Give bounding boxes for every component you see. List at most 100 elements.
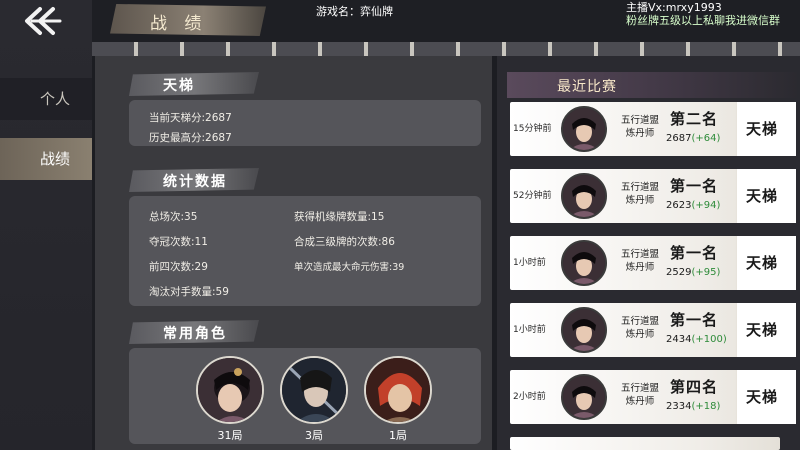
max-damage: 单次造成最大命元伤害:39 <box>294 262 405 273</box>
sect-role: 炼丹师 <box>625 195 655 206</box>
total-matches: 总场次:35 <box>149 211 198 223</box>
score-delta: (+18) <box>691 401 721 412</box>
match-score: 2529(+95) <box>666 267 720 278</box>
match-mode: 天梯 <box>746 120 779 138</box>
score-value: 2623 <box>666 200 692 211</box>
score-value: 2687 <box>666 133 692 144</box>
match-time: 1小时前 <box>513 258 546 268</box>
match-rank: 第四名 <box>670 378 719 396</box>
character-portrait-icon <box>563 108 605 150</box>
sidebar-item-label: 个人 <box>40 90 71 108</box>
match-time: 15分钟前 <box>513 124 552 134</box>
character-portrait-icon <box>563 242 605 284</box>
sidebar-item-record[interactable]: 战绩 <box>0 138 92 180</box>
match-time: 52分钟前 <box>513 191 552 201</box>
match-mode: 天梯 <box>746 388 779 406</box>
score-value: 2334 <box>666 401 692 412</box>
sect-role: 炼丹师 <box>625 128 655 139</box>
ladder-title: 天梯 <box>163 78 195 94</box>
match-card-3[interactable]: 1小时前 五行道盟 炼丹师 第一名 2529(+95) 天梯 <box>510 236 796 290</box>
highest-ladder-score: 历史最高分:2687 <box>149 132 232 144</box>
sect-role: 炼丹师 <box>625 262 655 273</box>
match-avatar <box>561 374 607 420</box>
sidebar-item-personal[interactable]: 个人 <box>0 78 92 120</box>
match-card-1[interactable]: 15分钟前 五行道盟 炼丹师 第二名 2687(+64) 天梯 <box>510 102 796 156</box>
match-mode: 天梯 <box>746 321 779 339</box>
character-count-2: 3局 <box>305 429 323 442</box>
sect-name: 五行道盟 <box>620 249 659 260</box>
characters-title: 常用角色 <box>163 326 227 342</box>
score-value: 2529 <box>666 267 692 278</box>
score-delta: (+94) <box>691 200 721 211</box>
match-rank: 第一名 <box>670 244 719 262</box>
match-score: 2623(+94) <box>666 200 720 211</box>
match-card-4[interactable]: 1小时前 五行道盟 炼丹师 第一名 2434(+100) 天梯 <box>510 303 796 357</box>
recent-title: 最近比赛 <box>557 79 617 95</box>
sect-name: 五行道盟 <box>620 182 659 193</box>
back-arrow-icon <box>25 7 62 35</box>
character-avatar-1[interactable] <box>196 356 264 424</box>
match-sect: 五行道盟 炼丹师 <box>617 315 663 341</box>
character-portrait-icon <box>563 175 605 217</box>
match-card-partial[interactable] <box>510 437 780 450</box>
character-portrait-icon <box>563 376 605 418</box>
game-name-label: 游戏名：弈仙牌 <box>316 5 393 18</box>
sidebar: 个人 战绩 <box>0 0 92 450</box>
page-title: 战 绩 <box>150 14 208 34</box>
sect-role: 炼丹师 <box>625 396 655 407</box>
cards-obtained: 获得机缘牌数量:15 <box>294 211 385 223</box>
match-sect: 五行道盟 炼丹师 <box>617 114 663 140</box>
character-portrait-icon <box>282 358 346 422</box>
eliminated-count: 淘汰对手数量:59 <box>149 286 229 298</box>
match-score: 2687(+64) <box>666 133 720 144</box>
fan-group-note: 粉丝牌五级以上私聊我进微信群 <box>626 14 780 27</box>
match-sect: 五行道盟 炼丹师 <box>617 248 663 274</box>
match-score: 2334(+18) <box>666 401 720 412</box>
wins-count: 夺冠次数:11 <box>149 236 208 248</box>
match-time: 1小时前 <box>513 325 546 335</box>
top-bar: 战 绩 游戏名：弈仙牌 主播Vx:mrxy1993 粉丝牌五级以上私聊我进微信群 <box>92 0 800 42</box>
current-ladder-score: 当前天梯分:2687 <box>149 112 232 124</box>
match-avatar <box>561 240 607 286</box>
score-delta: (+64) <box>691 133 721 144</box>
recent-matches-panel: 最近比赛 15分钟前 五行道盟 炼丹师 第二名 2687(+64) 天梯 52分… <box>497 56 800 450</box>
divider-strip <box>92 42 800 56</box>
tier3-synth-count: 合成三级牌的次数:86 <box>294 236 395 248</box>
score-delta: (+95) <box>691 267 721 278</box>
match-rank: 第一名 <box>670 311 719 329</box>
match-rank: 第二名 <box>670 110 719 128</box>
sect-name: 五行道盟 <box>620 115 659 126</box>
character-portrait-icon <box>198 358 262 422</box>
character-count-1: 31局 <box>217 429 243 442</box>
ladder-card: 当前天梯分:2687 历史最高分:2687 <box>129 100 481 146</box>
stats-title: 统计数据 <box>163 174 227 190</box>
character-avatar-2[interactable] <box>280 356 348 424</box>
match-score: 2434(+100) <box>666 334 727 345</box>
match-rank: 第一名 <box>670 177 719 195</box>
top4-count: 前四次数:29 <box>149 261 208 273</box>
match-avatar <box>561 307 607 353</box>
match-avatar <box>561 106 607 152</box>
main-panel: 天梯 当前天梯分:2687 历史最高分:2687 统计数据 总场次:35 夺冠次… <box>95 56 492 450</box>
streamer-overlay: 主播Vx:mrxy1993 粉丝牌五级以上私聊我进微信群 <box>626 1 794 27</box>
match-sect: 五行道盟 炼丹师 <box>617 382 663 408</box>
characters-card: 31局 3局 1局 <box>129 348 481 444</box>
sect-name: 五行道盟 <box>620 316 659 327</box>
recent-title-bar: 最近比赛 <box>507 72 797 98</box>
score-delta: (+100) <box>691 334 727 345</box>
score-value: 2434 <box>666 334 692 345</box>
match-sect: 五行道盟 炼丹师 <box>617 181 663 207</box>
match-card-5[interactable]: 2小时前 五行道盟 炼丹师 第四名 2334(+18) 天梯 <box>510 370 796 424</box>
match-mode: 天梯 <box>746 187 779 205</box>
character-portrait-icon <box>366 358 430 422</box>
character-avatar-3[interactable] <box>364 356 432 424</box>
sidebar-item-label: 战绩 <box>40 150 71 168</box>
character-portrait-icon <box>563 309 605 351</box>
match-time: 2小时前 <box>513 392 546 402</box>
match-card-2[interactable]: 52分钟前 五行道盟 炼丹师 第一名 2623(+94) 天梯 <box>510 169 796 223</box>
back-button[interactable] <box>22 6 64 36</box>
stats-card: 总场次:35 夺冠次数:11 前四次数:29 淘汰对手数量:59 获得机缘牌数量… <box>129 196 481 306</box>
match-mode: 天梯 <box>746 254 779 272</box>
streamer-contact: 主播Vx:mrxy1993 <box>626 1 722 14</box>
character-count-3: 1局 <box>389 429 407 442</box>
